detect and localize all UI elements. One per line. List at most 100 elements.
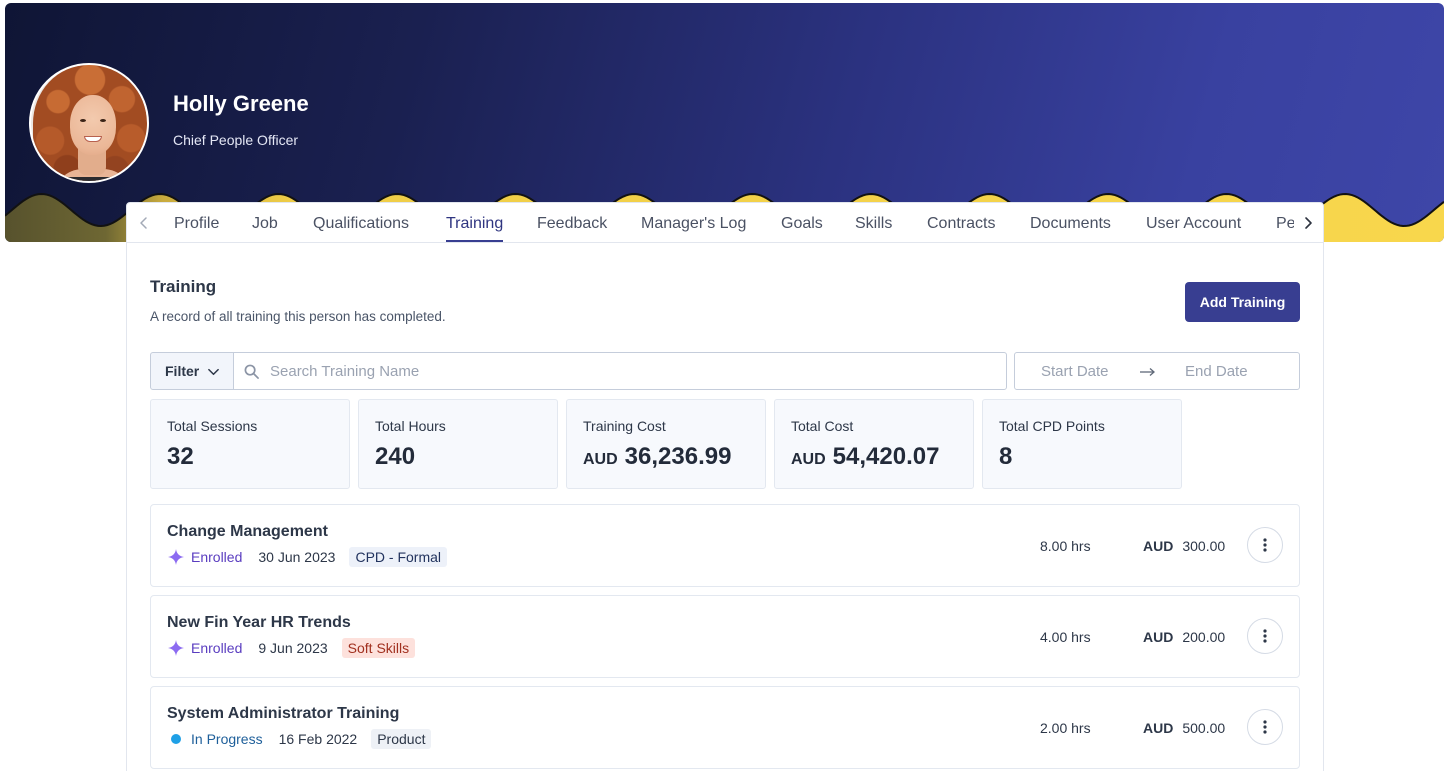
cost-amount: 500.00	[1182, 720, 1226, 736]
stat-label: Total CPD Points	[999, 418, 1105, 434]
row-actions-button[interactable]	[1247, 618, 1283, 654]
tab-documents[interactable]: Documents	[1030, 214, 1111, 242]
stat-value: 8	[999, 443, 1012, 471]
row-actions-button[interactable]	[1247, 709, 1283, 745]
stat-total-cost: Total Cost AUD 54,420.07	[774, 399, 974, 489]
stat-number: 36,236.99	[624, 443, 732, 470]
status-badge: In Progress	[168, 731, 263, 747]
training-title: System Administrator Training	[167, 705, 400, 722]
start-date-input[interactable]	[1041, 353, 1137, 389]
status-label: In Progress	[191, 731, 263, 747]
tab-profile[interactable]: Profile	[174, 214, 219, 242]
more-vertical-icon	[1263, 720, 1267, 734]
stat-label: Total Hours	[375, 418, 446, 434]
profile-name: Holly Greene	[173, 91, 309, 116]
more-vertical-icon	[1263, 629, 1267, 643]
sparkle-icon	[168, 640, 184, 656]
chevron-down-icon	[208, 368, 220, 375]
training-cost: AUD 300.00	[1143, 537, 1225, 555]
training-row[interactable]: New Fin Year HR Trends Enrolled 9 Jun 20…	[150, 595, 1300, 678]
training-cost: AUD 200.00	[1143, 628, 1225, 646]
stat-number: 240	[375, 443, 416, 470]
training-category-tag: CPD - Formal	[349, 547, 448, 567]
stat-currency: AUD	[583, 451, 618, 468]
training-meta: Enrolled 9 Jun 2023 Soft Skills	[168, 638, 416, 658]
status-label: Enrolled	[191, 640, 243, 656]
row-actions-button[interactable]	[1247, 527, 1283, 563]
tab-training[interactable]: Training	[446, 214, 504, 242]
tab-truncated[interactable]: Pe	[1276, 214, 1294, 242]
profile-job-title: Chief People Officer	[173, 132, 299, 148]
training-date: 16 Feb 2022	[278, 731, 358, 747]
stat-currency: AUD	[791, 451, 826, 468]
training-title: Change Management	[167, 523, 328, 540]
stat-value: 240	[375, 443, 415, 471]
cost-amount: 200.00	[1182, 629, 1226, 645]
dot-icon	[171, 734, 181, 744]
chevron-right-icon[interactable]	[1301, 216, 1315, 230]
tabs-scroll-area: Profile Job Qualifications Training Feed…	[156, 203, 1294, 242]
stat-total-hours: Total Hours 240	[358, 399, 558, 489]
training-hours: 2.00 hrs	[1040, 720, 1091, 736]
cost-amount: 300.00	[1182, 538, 1226, 554]
sparkle-icon	[168, 549, 184, 565]
training-category-tag: Soft Skills	[341, 638, 416, 658]
more-vertical-icon	[1263, 538, 1267, 552]
tab-goals[interactable]: Goals	[781, 214, 823, 242]
filter-label: Filter	[165, 363, 200, 379]
search-input[interactable]	[270, 353, 990, 389]
training-row[interactable]: System Administrator Training In Progres…	[150, 686, 1300, 769]
training-date: 9 Jun 2023	[258, 640, 328, 656]
add-training-button[interactable]: Add Training	[1185, 282, 1300, 322]
training-row[interactable]: Change Management Enrolled 30 Jun 2023 C…	[150, 504, 1300, 587]
filter-button[interactable]: Filter	[150, 352, 234, 390]
cost-currency: AUD	[1143, 538, 1174, 554]
status-label: Enrolled	[191, 549, 243, 565]
arrow-right-icon	[1140, 368, 1155, 376]
tab-managers-log[interactable]: Manager's Log	[641, 214, 746, 242]
profile-tabs: Profile Job Qualifications Training Feed…	[126, 202, 1324, 243]
training-title: New Fin Year HR Trends	[167, 614, 351, 631]
training-hours: 8.00 hrs	[1040, 538, 1091, 554]
date-range-picker	[1014, 352, 1300, 390]
section-title: Training	[150, 277, 217, 296]
status-badge: Enrolled	[168, 640, 242, 656]
cost-currency: AUD	[1143, 629, 1174, 645]
stat-number: 32	[167, 443, 194, 470]
stat-number: 8	[999, 443, 1013, 470]
stat-training-cost: Training Cost AUD 36,236.99	[566, 399, 766, 489]
stat-number: 54,420.07	[832, 443, 940, 470]
tab-feedback[interactable]: Feedback	[537, 214, 607, 242]
tab-skills[interactable]: Skills	[855, 214, 892, 242]
stat-total-cpd-points: Total CPD Points 8	[982, 399, 1182, 489]
cost-currency: AUD	[1143, 720, 1174, 736]
training-cost: AUD 500.00	[1143, 719, 1225, 737]
avatar-eye	[80, 119, 86, 122]
training-meta: In Progress 16 Feb 2022 Product	[168, 729, 432, 749]
tab-user-account[interactable]: User Account	[1146, 214, 1241, 242]
stat-value: 32	[167, 443, 194, 471]
search-icon	[244, 364, 259, 379]
training-meta: Enrolled 30 Jun 2023 CPD - Formal	[168, 547, 448, 567]
tab-qualifications[interactable]: Qualifications	[313, 214, 409, 242]
tab-job[interactable]: Job	[252, 214, 278, 242]
section-subtitle: A record of all training this person has…	[150, 309, 446, 324]
search-box	[233, 352, 1007, 390]
stat-value: AUD 36,236.99	[583, 443, 731, 474]
training-category-tag: Product	[371, 729, 432, 749]
chevron-left-icon[interactable]	[137, 216, 151, 230]
stat-label: Total Cost	[791, 418, 854, 434]
tab-contracts[interactable]: Contracts	[927, 214, 995, 242]
avatar-face	[70, 95, 116, 155]
stat-label: Total Sessions	[167, 418, 258, 434]
avatar	[29, 63, 149, 183]
stat-label: Training Cost	[583, 418, 666, 434]
end-date-input[interactable]	[1185, 353, 1285, 389]
stat-value: AUD 54,420.07	[791, 443, 939, 474]
training-hours: 4.00 hrs	[1040, 629, 1091, 645]
status-badge: Enrolled	[168, 549, 242, 565]
training-date: 30 Jun 2023	[258, 549, 336, 565]
training-panel: Training A record of all training this p…	[126, 243, 1324, 771]
avatar-eye	[100, 119, 106, 122]
stat-total-sessions: Total Sessions 32	[150, 399, 350, 489]
